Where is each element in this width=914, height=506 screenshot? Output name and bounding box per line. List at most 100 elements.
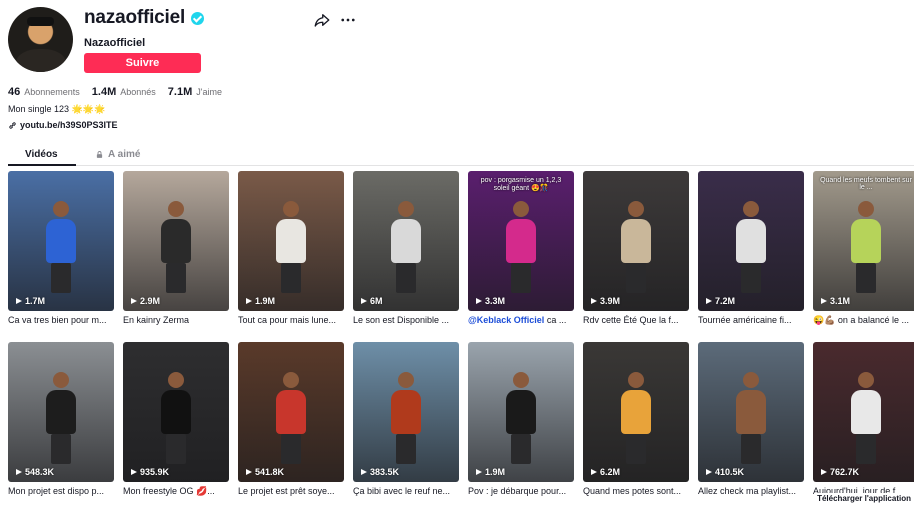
view-count-text: 3.3M xyxy=(485,296,506,306)
play-icon xyxy=(706,298,712,304)
video-caption[interactable]: En kainry Zerma xyxy=(123,315,229,325)
profile-stats: 46 Abonnements 1.4M Abonnés 7.1M J'aime xyxy=(8,86,222,98)
video-thumbnail[interactable]: 548.3K xyxy=(8,342,114,482)
view-count-text: 1.9M xyxy=(485,467,506,477)
stat-followers[interactable]: 1.4M Abonnés xyxy=(92,86,156,98)
video-caption[interactable]: 😜💪🏽 on a balancé le ... xyxy=(813,315,914,326)
video-thumbnail[interactable]: 7.2M xyxy=(698,171,804,311)
video-caption[interactable]: @Keblack Officiel ca ... xyxy=(468,315,574,325)
video-card[interactable]: 1.9M Tout ca pour mais lune... xyxy=(238,171,344,325)
video-card[interactable]: 2.9M En kainry Zerma xyxy=(123,171,229,325)
caption-mention[interactable]: @Keblack Officiel xyxy=(468,315,544,325)
video-card[interactable]: 1.9M Pov : je débarque pour... xyxy=(468,342,574,496)
stat-following[interactable]: 46 Abonnements xyxy=(8,86,80,98)
play-icon xyxy=(131,298,137,304)
video-thumbnail[interactable]: 410.5K xyxy=(698,342,804,482)
video-thumbnail[interactable]: 383.5K xyxy=(353,342,459,482)
video-caption[interactable]: Ca va tres bien pour m... xyxy=(8,315,114,325)
share-icon[interactable] xyxy=(313,11,331,29)
video-card[interactable]: 1.7M Ca va tres bien pour m... xyxy=(8,171,114,325)
view-count: 762.7K xyxy=(821,467,859,477)
profile-link[interactable]: youtu.be/h39S0PS3ITE xyxy=(8,120,118,130)
video-caption[interactable]: Mon projet est dispo p... xyxy=(8,486,114,496)
video-thumbnail[interactable]: 6M xyxy=(353,171,459,311)
play-icon xyxy=(361,469,367,475)
thumbnail-overlay-text: pov : porgasmise un 1,2,3 soleil géant 😍… xyxy=(480,177,562,192)
thumbnail-figure xyxy=(391,201,421,293)
stat-likes-label: J'aime xyxy=(196,87,222,97)
video-card[interactable]: 6M Le son est Disponible ... xyxy=(353,171,459,325)
view-count-text: 3.9M xyxy=(600,296,621,306)
video-caption[interactable]: Ça bibi avec le reuf ne... xyxy=(353,486,459,496)
video-thumbnail[interactable]: 6.2M xyxy=(583,342,689,482)
thumbnail-figure xyxy=(46,201,76,293)
video-card[interactable]: Quand les meufs tombent sur le ... 3.1M 😜💪… xyxy=(813,171,914,326)
video-caption[interactable]: Le projet est prêt soye... xyxy=(238,486,344,496)
video-caption[interactable]: Pov : je débarque pour... xyxy=(468,486,574,496)
avatar[interactable] xyxy=(8,7,73,72)
more-options-icon[interactable] xyxy=(339,11,357,29)
profile-header: nazaofficiel Nazaofficiel Suivre 46 Abon… xyxy=(8,7,908,147)
video-caption[interactable]: Quand mes potes sont... xyxy=(583,486,689,496)
video-caption[interactable]: Rdv cette Été Que la f... xyxy=(583,315,689,325)
view-count: 935.9K xyxy=(131,467,169,477)
video-card[interactable]: 762.7K Aujourd'hui, jour de f... xyxy=(813,342,914,496)
download-app-button[interactable]: Télécharger l'application xyxy=(814,493,914,504)
view-count: 3.1M xyxy=(821,296,850,306)
follow-button[interactable]: Suivre xyxy=(84,53,201,73)
view-count: 2.9M xyxy=(131,296,160,306)
link-icon xyxy=(9,121,16,129)
view-count-text: 548.3K xyxy=(25,467,55,477)
video-caption[interactable]: Tout ca pour mais lune... xyxy=(238,315,344,325)
video-thumbnail[interactable]: Quand les meufs tombent sur le ... 3.1M xyxy=(813,171,914,311)
video-card[interactable]: 6.2M Quand mes potes sont... xyxy=(583,342,689,496)
play-icon xyxy=(591,298,597,304)
video-card[interactable]: 410.5K Allez check ma playlist... xyxy=(698,342,804,496)
thumbnail-figure xyxy=(736,372,766,464)
thumbnail-figure xyxy=(851,372,881,464)
video-thumbnail[interactable]: 3.9M xyxy=(583,171,689,311)
video-thumbnail[interactable]: 2.9M xyxy=(123,171,229,311)
play-icon xyxy=(821,469,827,475)
view-count-text: 383.5K xyxy=(370,467,400,477)
play-icon xyxy=(361,298,367,304)
view-count: 1.9M xyxy=(246,296,275,306)
stat-followers-label: Abonnés xyxy=(120,87,156,97)
active-tab-indicator xyxy=(8,164,76,166)
video-card[interactable]: 541.8K Le projet est prêt soye... xyxy=(238,342,344,496)
caption-text: 😜💪🏽 on a balancé le ... xyxy=(813,315,909,325)
video-thumbnail[interactable]: 541.8K xyxy=(238,342,344,482)
play-icon xyxy=(476,469,482,475)
video-card[interactable]: pov : porgasmise un 1,2,3 soleil géant 😍… xyxy=(468,171,574,325)
video-caption[interactable]: Le son est Disponible ... xyxy=(353,315,459,325)
caption-text: Tournée américaine fi... xyxy=(698,315,792,325)
view-count-text: 1.9M xyxy=(255,296,276,306)
thumbnail-figure xyxy=(621,201,651,293)
profile-tabs: Vidéos A aimé xyxy=(8,144,914,166)
tab-liked[interactable]: A aimé xyxy=(95,149,140,160)
tab-videos[interactable]: Vidéos xyxy=(25,149,58,160)
video-card[interactable]: 7.2M Tournée américaine fi... xyxy=(698,171,804,325)
play-icon xyxy=(16,298,22,304)
thumbnail-figure xyxy=(46,372,76,464)
stat-likes-value: 7.1M xyxy=(167,86,193,98)
video-thumbnail[interactable]: 1.7M xyxy=(8,171,114,311)
video-card[interactable]: 3.9M Rdv cette Été Que la f... xyxy=(583,171,689,325)
video-thumbnail[interactable]: 935.9K xyxy=(123,342,229,482)
video-thumbnail[interactable]: 1.9M xyxy=(468,342,574,482)
video-thumbnail[interactable]: 1.9M xyxy=(238,171,344,311)
video-caption[interactable]: Mon freestyle OG 💋... xyxy=(123,486,229,497)
video-thumbnail[interactable]: pov : porgasmise un 1,2,3 soleil géant 😍… xyxy=(468,171,574,311)
video-card[interactable]: 383.5K Ça bibi avec le reuf ne... xyxy=(353,342,459,496)
view-count-text: 762.7K xyxy=(830,467,860,477)
video-caption[interactable]: Tournée américaine fi... xyxy=(698,315,804,325)
view-count: 383.5K xyxy=(361,467,399,477)
video-card[interactable]: 935.9K Mon freestyle OG 💋... xyxy=(123,342,229,497)
video-caption[interactable]: Allez check ma playlist... xyxy=(698,486,804,496)
video-card[interactable]: 548.3K Mon projet est dispo p... xyxy=(8,342,114,496)
thumbnail-figure xyxy=(506,201,536,293)
stat-followers-value: 1.4M xyxy=(91,86,117,98)
video-thumbnail[interactable]: 762.7K xyxy=(813,342,914,482)
view-count: 6.2M xyxy=(591,467,620,477)
view-count-text: 6.2M xyxy=(600,467,621,477)
